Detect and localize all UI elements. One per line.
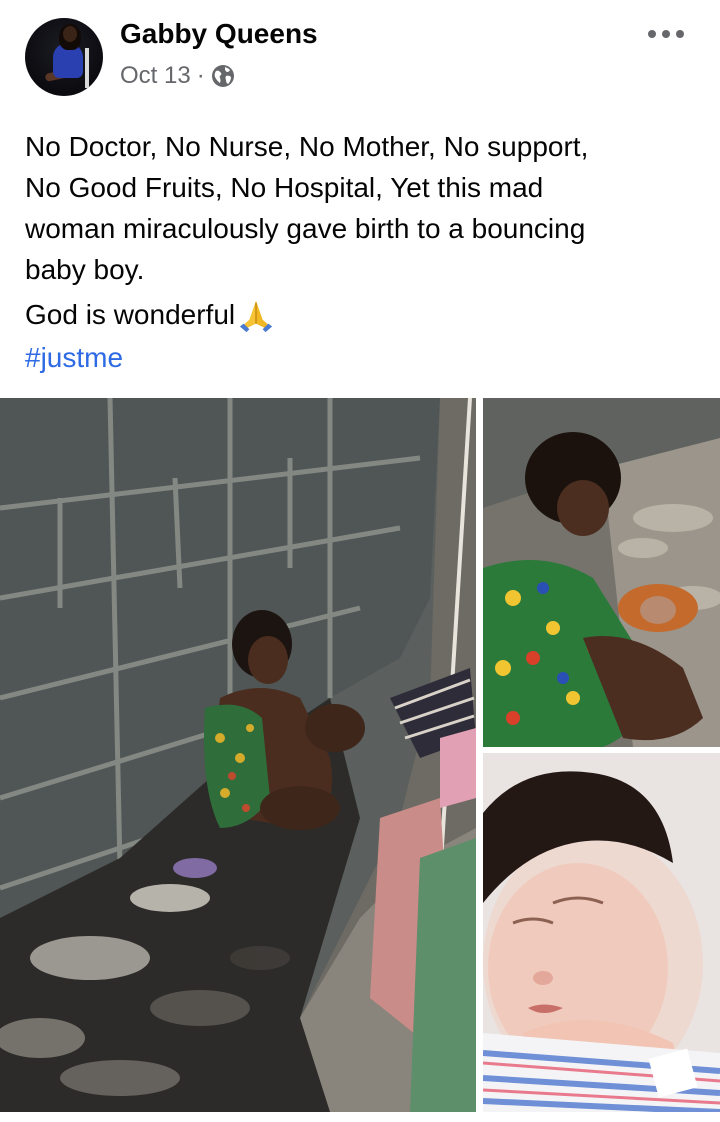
woman-with-baby-photo[interactable] — [483, 398, 720, 747]
post-header: Gabby Queens Oct 13 · — [0, 0, 720, 110]
globe-icon[interactable] — [211, 64, 235, 88]
more-options-icon[interactable] — [648, 24, 684, 44]
post-text-line: woman miraculously gave birth to a bounc… — [25, 213, 586, 244]
author-name[interactable]: Gabby Queens — [120, 18, 318, 50]
newborn-baby-photo[interactable] — [483, 753, 720, 1112]
meta-separator: · — [196, 62, 205, 89]
post-text-line: No Doctor, No Nurse, No Mother, No suppo… — [25, 131, 589, 162]
post-text: No Doctor, No Nurse, No Mother, No suppo… — [25, 126, 705, 378]
closing-line: God is wonderful — [25, 294, 705, 335]
facebook-post: Gabby Queens Oct 13 · No Doctor, No Nurs… — [0, 0, 720, 1122]
folded-hands-icon — [239, 300, 273, 333]
post-text-line: No Good Fruits, No Hospital, Yet this ma… — [25, 172, 544, 203]
woman-against-wall-photo[interactable] — [0, 398, 476, 1112]
hashtag-link[interactable]: #justme — [25, 337, 705, 378]
closing-text: God is wonderful — [25, 299, 236, 330]
post-text-line: baby boy. — [25, 254, 145, 285]
post-meta: Oct 13 · — [120, 62, 235, 90]
post-date[interactable]: Oct 13 — [120, 62, 191, 90]
author-avatar[interactable] — [25, 18, 103, 96]
